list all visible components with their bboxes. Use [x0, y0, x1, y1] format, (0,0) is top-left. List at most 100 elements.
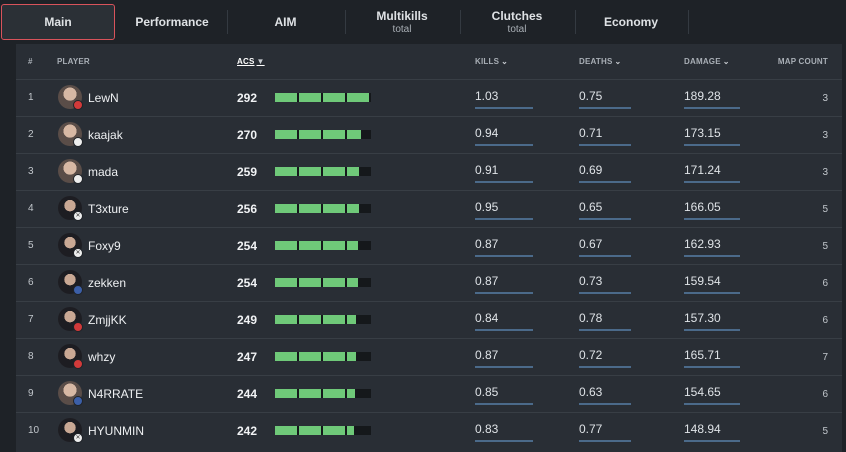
header-kills-label: KILLS — [475, 57, 500, 66]
map-count-value: 5 — [822, 241, 828, 252]
map-count-value: 6 — [822, 315, 828, 326]
acs-bar-fill — [275, 241, 358, 250]
table-row[interactable]: 8 whzy 247 0.87 0.72 165.71 7 — [16, 338, 842, 375]
map-count-value: 6 — [822, 278, 828, 289]
damage-indicator — [684, 440, 740, 442]
damage-indicator — [684, 292, 740, 294]
table-row[interactable]: 4 ✕ T3xture 256 0.95 0.65 166.05 5 — [16, 190, 842, 227]
kills-value: 1.03 — [475, 89, 499, 103]
player-name-link[interactable]: kaajak — [88, 128, 123, 142]
flag-international-icon: ✕ — [73, 433, 83, 443]
player-name-link[interactable]: HYUNMIN — [88, 424, 144, 438]
deaths-value: 0.77 — [579, 422, 603, 436]
acs-bar — [275, 167, 371, 176]
damage-value: 171.24 — [684, 163, 721, 177]
acs-bar-fill — [275, 426, 354, 435]
damage-value: 159.54 — [684, 274, 721, 288]
tab-aim[interactable]: AIM — [228, 4, 343, 40]
damage-value: 157.30 — [684, 311, 721, 325]
kills-indicator — [475, 218, 533, 220]
flag-international-icon: ✕ — [73, 211, 83, 221]
kills-indicator — [475, 255, 533, 257]
damage-value: 189.28 — [684, 89, 721, 103]
table-row[interactable]: 9 N4RRATE 244 0.85 0.63 154.65 6 — [16, 375, 842, 412]
header-kills-sort[interactable]: KILLS ⌄ — [475, 57, 508, 66]
tab-multikills[interactable]: Multikills total — [346, 4, 458, 40]
header-damage-label: DAMAGE — [684, 57, 721, 66]
flag-usa-icon — [73, 396, 83, 406]
damage-value: 166.05 — [684, 200, 721, 214]
table-row[interactable]: 2 kaajak 270 0.94 0.71 173.15 3 — [16, 116, 842, 153]
table-row[interactable]: 5 ✕ Foxy9 254 0.87 0.67 162.93 5 — [16, 227, 842, 264]
acs-bar-fill — [275, 204, 359, 213]
table-row[interactable]: 1 LewN 292 1.03 0.75 189.28 3 — [16, 79, 842, 116]
tab-multikills-sub: total — [392, 24, 412, 35]
deaths-value: 0.72 — [579, 348, 603, 362]
tab-main[interactable]: Main — [1, 4, 115, 40]
deaths-indicator — [579, 366, 631, 368]
chevron-down-icon: ⌄ — [614, 57, 622, 66]
map-count-value: 3 — [822, 93, 828, 104]
kills-indicator — [475, 107, 533, 109]
deaths-value: 0.71 — [579, 126, 603, 140]
flag-china-icon — [73, 322, 83, 332]
table-row[interactable]: 10 ✕ HYUNMIN 242 0.83 0.77 148.94 5 — [16, 412, 842, 449]
deaths-indicator — [579, 329, 631, 331]
table-row[interactable]: 3 mada 259 0.91 0.69 171.24 3 — [16, 153, 842, 190]
player-name-link[interactable]: mada — [88, 165, 118, 179]
flag-poland-icon — [73, 137, 83, 147]
acs-bar — [275, 278, 371, 287]
player-name-link[interactable]: ZmjjKK — [88, 313, 127, 327]
acs-bar-fill — [275, 167, 360, 176]
acs-bar — [275, 241, 371, 250]
kills-value: 0.91 — [475, 163, 499, 177]
acs-value: 270 — [237, 128, 258, 142]
chevron-down-icon: ⌄ — [501, 57, 509, 66]
tab-economy-label: Economy — [603, 15, 658, 29]
damage-indicator — [684, 181, 740, 183]
row-rank: 2 — [28, 129, 34, 140]
row-rank: 4 — [28, 203, 34, 214]
acs-bar-fill — [275, 93, 370, 102]
row-rank: 9 — [28, 388, 34, 399]
player-name-link[interactable]: LewN — [88, 91, 119, 105]
header-player: PLAYER — [57, 57, 90, 66]
damage-indicator — [684, 144, 740, 146]
player-name-link[interactable]: zekken — [88, 276, 126, 290]
kills-indicator — [475, 181, 533, 183]
kills-value: 0.94 — [475, 126, 499, 140]
damage-indicator — [684, 403, 740, 405]
deaths-indicator — [579, 218, 631, 220]
tab-aim-label: AIM — [274, 15, 297, 29]
acs-value: 244 — [237, 387, 258, 401]
acs-value: 247 — [237, 350, 258, 364]
kills-indicator — [475, 292, 533, 294]
player-name-link[interactable]: T3xture — [88, 202, 129, 216]
acs-bar — [275, 130, 371, 139]
player-name-link[interactable]: N4RRATE — [88, 387, 143, 401]
acs-bar — [275, 352, 371, 361]
row-rank: 10 — [28, 425, 40, 436]
chevron-down-icon: ⌄ — [722, 57, 730, 66]
damage-indicator — [684, 329, 740, 331]
header-acs-sort[interactable]: ACS ▼ — [237, 57, 265, 66]
acs-value: 292 — [237, 91, 258, 105]
table-row[interactable]: 7 ZmjjKK 249 0.84 0.78 157.30 6 — [16, 301, 842, 338]
flag-international-icon: ✕ — [73, 248, 83, 258]
flag-usa-icon — [73, 285, 83, 295]
table-row[interactable]: 6 zekken 254 0.87 0.73 159.54 6 — [16, 264, 842, 301]
damage-value: 162.93 — [684, 237, 721, 251]
header-damage-sort[interactable]: DAMAGE ⌄ — [684, 57, 730, 66]
player-name-link[interactable]: Foxy9 — [88, 239, 121, 253]
header-deaths-sort[interactable]: DEATHS ⌄ — [579, 57, 621, 66]
kills-value: 0.87 — [475, 274, 499, 288]
row-rank: 8 — [28, 351, 34, 362]
tab-clutches[interactable]: Clutches total — [461, 4, 573, 40]
tab-economy[interactable]: Economy — [576, 4, 686, 40]
deaths-indicator — [579, 107, 631, 109]
tab-clutches-sub: total — [507, 24, 527, 35]
acs-bar-fill — [275, 278, 358, 287]
tab-performance[interactable]: Performance — [118, 4, 226, 40]
player-name-link[interactable]: whzy — [88, 350, 115, 364]
acs-bar — [275, 93, 371, 102]
